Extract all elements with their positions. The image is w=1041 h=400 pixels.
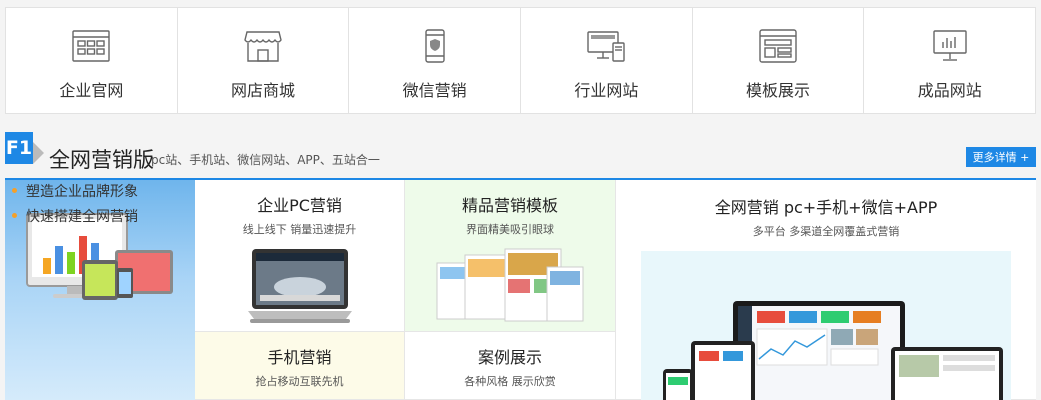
devices-icon — [586, 28, 626, 64]
card-title: 手机营销 — [267, 348, 332, 367]
badge-arrow — [33, 142, 44, 164]
nav-item-industry-site[interactable]: 行业网站 — [521, 8, 693, 113]
card-title: 全网营销 pc+手机+微信+APP — [714, 198, 938, 217]
category-nav: 企业官网 网店商城 微信营销 行业网站 模板展示 成品网站 — [5, 7, 1036, 114]
list-item: 快速搭建全网营销 — [12, 203, 138, 228]
floor-badge: F1 — [5, 132, 33, 164]
nav-item-corporate-site[interactable]: 企业官网 — [6, 8, 178, 113]
shop-awning-icon — [243, 28, 283, 64]
page: 企业官网 网店商城 微信营销 行业网站 模板展示 成品网站 F1 全网营销版 p… — [0, 0, 1041, 400]
card-pc-marketing[interactable]: 企业PC营销 线上线下 销量迅速提升 — [195, 180, 405, 332]
card-marketing-templates[interactable]: 精品营销模板 界面精美吸引眼球 — [405, 180, 616, 332]
nav-item-label: 行业网站 — [574, 81, 639, 100]
template-collage-thumbnail — [436, 248, 584, 322]
laptop-thumbnail — [247, 249, 352, 323]
card-subtitle: 多平台 多渠道全网覆盖式营销 — [752, 225, 900, 238]
monitor-chart-icon — [930, 28, 970, 64]
nav-item-wechat-marketing[interactable]: 微信营销 — [349, 8, 522, 113]
website-grid-icon — [71, 28, 111, 64]
section-subtitle: pc站、手机站、微信网站、APP、五站合一 — [151, 153, 380, 167]
more-details-button[interactable]: 更多详情 + — [966, 147, 1036, 167]
multi-device-screens-image — [641, 251, 1011, 400]
card-case-showcase[interactable]: 案例展示 各种风格 展示欣赏 — [405, 332, 616, 400]
nav-item-label: 模板展示 — [746, 81, 811, 100]
nav-item-ready-sites[interactable]: 成品网站 — [864, 8, 1035, 113]
card-title: 精品营销模板 — [461, 196, 558, 215]
feature-text: 快速搭建全网营销 — [26, 208, 138, 225]
card-title: 企业PC营销 — [257, 196, 342, 215]
template-layout-icon — [758, 28, 798, 64]
list-item: 塑造企业品牌形象 — [12, 178, 138, 203]
nav-item-label: 成品网站 — [917, 81, 982, 100]
bullet-dot — [12, 213, 17, 218]
feature-list: 塑造企业品牌形象 快速搭建全网营销 — [12, 178, 138, 228]
nav-item-label: 企业官网 — [59, 81, 124, 100]
card-subtitle: 界面精美吸引眼球 — [466, 223, 554, 236]
card-all-net-marketing[interactable]: 全网营销 pc+手机+微信+APP 多平台 多渠道全网覆盖式营销 — [616, 180, 1036, 400]
card-title: 案例展示 — [477, 348, 542, 367]
card-subtitle: 线上线下 销量迅速提升 — [242, 223, 357, 236]
mobile-shield-icon — [415, 28, 455, 64]
section-header: F1 全网营销版 pc站、手机站、微信网站、APP、五站合一 更多详情 + — [5, 130, 1036, 180]
bullet-dot — [12, 188, 17, 193]
feature-text: 塑造企业品牌形象 — [26, 183, 138, 200]
nav-item-templates[interactable]: 模板展示 — [693, 8, 865, 113]
nav-item-label: 网店商城 — [231, 81, 296, 100]
card-subtitle: 各种风格 展示欣赏 — [464, 375, 556, 388]
card-subtitle: 抢占移动互联先机 — [255, 375, 344, 388]
card-mobile-marketing[interactable]: 手机营销 抢占移动互联先机 — [195, 332, 405, 400]
section-title: 全网营销版 — [49, 148, 154, 172]
nav-item-online-shop[interactable]: 网店商城 — [178, 8, 350, 113]
nav-item-label: 微信营销 — [402, 81, 467, 100]
